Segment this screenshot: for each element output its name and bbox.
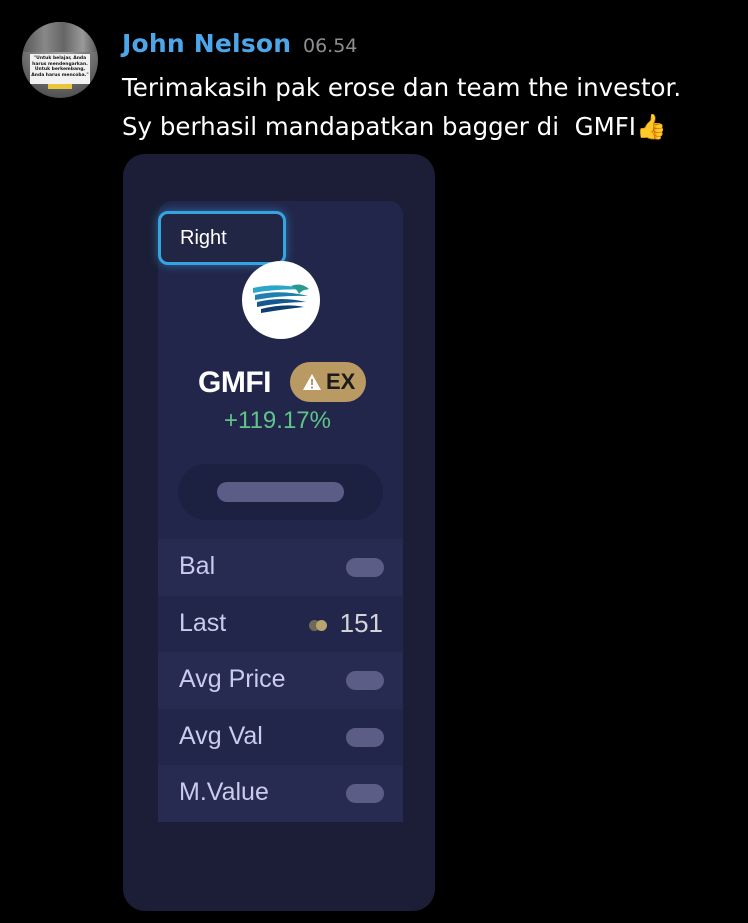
ex-badge-label: EX: [326, 369, 356, 394]
masked-value: [346, 727, 384, 747]
row-avg-price: Avg Price: [158, 652, 403, 709]
holding-rows: Bal Last 151 Avg Price Avg Val M.Value: [158, 539, 403, 822]
row-label: Bal: [179, 552, 216, 580]
message-line-2: Sy berhasil mandapatkan bagger di GMFI👍: [122, 112, 667, 141]
row-avg-val: Avg Val: [158, 709, 403, 766]
last-price-value: 151: [339, 607, 383, 638]
warning-icon: [303, 374, 321, 390]
avatar-photo-strip: [22, 22, 98, 52]
row-label: Last: [179, 608, 227, 637]
right-tag: Right: [158, 211, 286, 265]
avatar-tag: [48, 84, 72, 89]
row-label: M.Value: [179, 778, 269, 806]
message-text: Terimakasih pak erose dan team the inves…: [122, 68, 681, 146]
coin-icon: [316, 619, 327, 631]
ticker-symbol: GMFI: [198, 366, 272, 399]
row-bal: Bal: [158, 539, 403, 596]
chat-message: "Untuk belajar, Anda harus mendengarkan.…: [0, 0, 748, 923]
masked-value: [346, 784, 384, 803]
row-m-value: M.Value: [158, 765, 403, 822]
ex-badge: EX: [290, 362, 366, 402]
masked-value: [346, 671, 384, 690]
message-line-1: Terimakasih pak erose dan team the inves…: [122, 73, 682, 102]
row-last: Last 151: [158, 596, 403, 653]
row-label: Avg Price: [179, 665, 286, 693]
avatar-quote: "Untuk belajar, Anda harus mendengarkan.…: [30, 54, 90, 84]
masked-value: [346, 558, 384, 577]
masked-value-pill: [178, 464, 383, 520]
attached-screenshot[interactable]: Right GMFI EX +119.17% Bal Last 151 Avg …: [123, 154, 435, 911]
price-change: +119.17%: [224, 407, 331, 434]
masked-value-bar: [217, 482, 344, 502]
sender-name[interactable]: John Nelson: [122, 29, 291, 58]
row-label: Avg Val: [179, 721, 263, 750]
message-time: 06.54: [303, 35, 358, 57]
garuda-logo-icon: [242, 261, 320, 339]
avatar[interactable]: "Untuk belajar, Anda harus mendengarkan.…: [22, 22, 98, 98]
